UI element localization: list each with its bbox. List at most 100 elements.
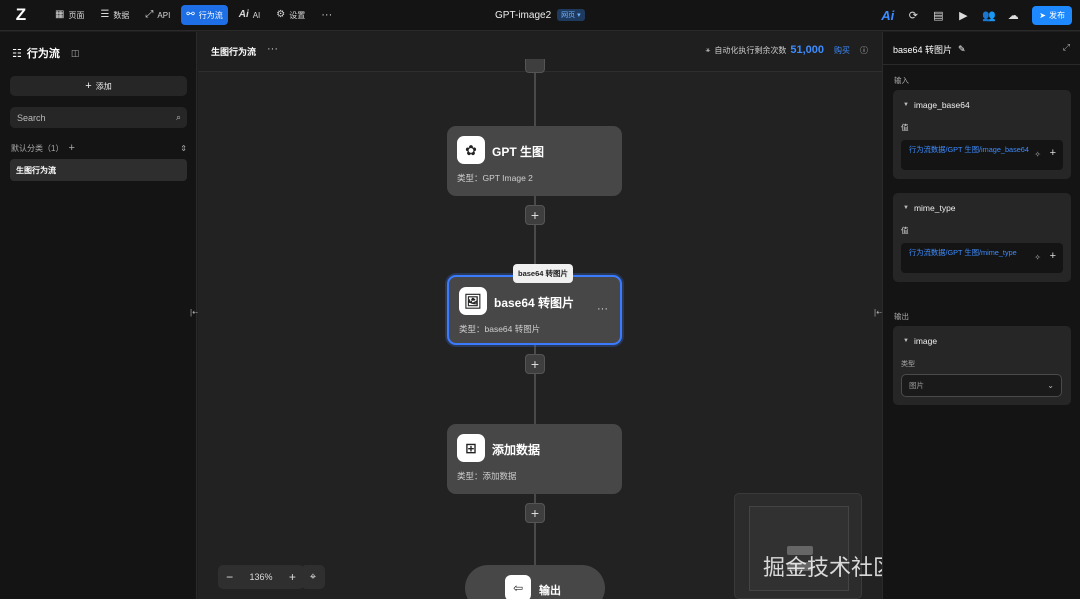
add-value-icon[interactable]: +: [1050, 147, 1056, 159]
right-panel: base64 转图片 ✎ ⤢ 输入 ▼ image_base64 值 行为流数据/…: [882, 32, 1080, 599]
send-icon: ➤: [1039, 11, 1046, 20]
input-card-header[interactable]: ▼ mime_type: [903, 203, 956, 213]
ai-assistant-icon[interactable]: Ai: [881, 8, 894, 23]
quota-value: 51,000: [790, 44, 824, 56]
input-card-header[interactable]: ▼ image_base64: [903, 100, 970, 110]
category-header: 默认分类（1） + ⇕: [11, 142, 187, 154]
dock-icon[interactable]: ◫: [71, 48, 80, 59]
add-category-icon[interactable]: +: [68, 142, 74, 154]
output-icon: ⇦: [505, 575, 531, 599]
zoom-out-button[interactable]: −: [226, 570, 233, 584]
nav-data-label: 数据: [113, 10, 130, 20]
refresh-icon[interactable]: ⟳: [907, 9, 919, 22]
value-field[interactable]: 行为流数据/GPT 生图/mime_type ✧ +: [901, 243, 1063, 273]
nav-settings-label: 设置: [289, 10, 306, 20]
node-name: GPT 生图: [492, 145, 545, 159]
nav-pages[interactable]: ▦ 页面: [50, 5, 89, 25]
nav-flow-label: 行为流: [198, 10, 223, 20]
gear-icon: ⚙: [276, 9, 286, 20]
value-text: 行为流数据/GPT 生图/mime_type: [909, 248, 1017, 257]
users-icon[interactable]: 👥: [982, 9, 996, 22]
input-card-image-base64: ▼ image_base64 值 行为流数据/GPT 生图/image_base6…: [893, 90, 1071, 179]
add-node-button[interactable]: +: [525, 503, 545, 523]
output-card-header[interactable]: ▼ image: [903, 336, 937, 346]
app-title: GPT-image2: [495, 9, 552, 21]
node-more-button[interactable]: ···: [597, 303, 608, 315]
nav-api[interactable]: ⤢ API: [140, 5, 175, 25]
input-name: image_base64: [913, 100, 970, 110]
panel-title: 行为流: [26, 48, 60, 60]
flow-node-output[interactable]: ⇦ 输出: [465, 565, 605, 599]
properties-title: base64 转图片: [893, 45, 953, 55]
collapse-icon[interactable]: ⇕: [180, 144, 187, 153]
category-label: 默认分类（1）: [11, 143, 64, 153]
top-right-actions: Ai ⟳ ▤ ▶ 👥 ☁ ➤ 发布: [881, 6, 1072, 25]
caret-down-icon: ▼: [903, 102, 909, 108]
locate-icon[interactable]: ⌖: [301, 565, 325, 589]
search-input[interactable]: Search ⌕: [10, 107, 187, 128]
add-value-icon[interactable]: +: [1050, 250, 1056, 262]
automation-icon: ⚹: [705, 45, 711, 54]
top-bar: Z ▦ 页面 ☰ 数据 ⤢ API ⚯ 行为流 Ai AI ⚙ 设置 ··· GPT-ima…: [0, 0, 1080, 31]
nav-ai[interactable]: Ai AI: [234, 5, 266, 25]
add-node-button[interactable]: +: [525, 205, 545, 225]
panel-header: ☷ 行为流 ◫: [12, 45, 79, 61]
document-icon[interactable]: ▤: [932, 9, 944, 22]
output-type-value: 图片: [909, 381, 924, 390]
add-flow-label: 添加: [95, 81, 112, 91]
magic-wand-icon[interactable]: ✧: [1034, 252, 1041, 264]
page-icon: ▦: [55, 9, 65, 20]
flow-node-gpt[interactable]: ✿ GPT 生图 类型：GPT Image 2: [447, 126, 622, 196]
minimap[interactable]: [734, 493, 862, 599]
zoom-controls: − 136% +: [218, 565, 304, 589]
output-type-select[interactable]: 图片 ⌄: [901, 374, 1062, 397]
search-placeholder: Search: [17, 112, 46, 123]
quota-info: ⚹ 自动化执行剩余次数 51,000 购买 ⓘ: [706, 44, 868, 56]
node-type: 类型：添加数据: [457, 471, 517, 481]
publish-button[interactable]: ➤ 发布: [1032, 6, 1072, 25]
zoom-level: 136%: [249, 572, 273, 582]
quota-label: 自动化执行剩余次数: [714, 45, 787, 55]
edit-icon[interactable]: ✎: [958, 44, 966, 55]
flow-title: 生图行为流: [211, 47, 257, 57]
api-icon: ⤢: [145, 9, 154, 20]
nav-more-button[interactable]: ···: [316, 5, 337, 25]
app-logo[interactable]: Z: [6, 0, 36, 31]
plus-icon: +: [85, 80, 92, 92]
left-panel: ☷ 行为流 ◫ + 添加 Search ⌕ 默认分类（1） + ⇕ 生图行为流: [0, 32, 197, 599]
openai-icon: ✿: [457, 136, 485, 164]
nav-pages-label: 页面: [68, 10, 85, 20]
cloud-icon[interactable]: ☁: [1007, 9, 1019, 22]
flow-list-item[interactable]: 生图行为流: [10, 159, 187, 181]
zoom-in-button[interactable]: +: [289, 570, 296, 584]
value-label: 值: [901, 123, 909, 132]
value-field[interactable]: 行为流数据/GPT 生图/image_base64 ✧ +: [901, 140, 1063, 170]
flow-more-button[interactable]: ···: [267, 43, 278, 55]
flow-list-icon: ☷: [12, 47, 22, 60]
type-label: 类型: [901, 361, 915, 368]
flow-node-base64[interactable]: 🖼 base64 转图片 类型：base64 转图片 ···: [447, 275, 622, 345]
add-flow-button[interactable]: + 添加: [10, 76, 187, 96]
play-icon[interactable]: ▶: [957, 9, 969, 22]
magic-wand-icon[interactable]: ✧: [1034, 149, 1041, 161]
add-node-button[interactable]: [525, 59, 545, 73]
node-name: 添加数据: [492, 443, 541, 457]
flow-node-add-data[interactable]: ⊞ 添加数据 类型：添加数据: [447, 424, 622, 494]
node-type: 类型：GPT Image 2: [457, 173, 533, 183]
add-node-button[interactable]: +: [525, 354, 545, 374]
buy-link[interactable]: 购买: [834, 45, 850, 56]
info-icon[interactable]: ⓘ: [860, 45, 868, 56]
nav-data[interactable]: ☰ 数据: [95, 5, 134, 25]
platform-badge[interactable]: 网页 ▾: [557, 9, 585, 21]
node-tooltip: base64 转图片: [513, 264, 574, 283]
search-icon: ⌕: [175, 112, 181, 122]
input-card-mime-type: ▼ mime_type 值 行为流数据/GPT 生图/mime_type ✧ +: [893, 193, 1071, 282]
flow-canvas[interactable]: 生图行为流 ··· ⚹ 自动化执行剩余次数 51,000 购买 ⓘ ✿ GPT …: [198, 32, 882, 599]
nav-settings[interactable]: ⚙ 设置: [271, 5, 310, 25]
chevron-down-icon: ⌄: [1047, 381, 1054, 390]
flow-icon: ⚯: [186, 9, 195, 20]
output-card-image: ▼ image 类型 图片 ⌄: [893, 326, 1071, 405]
expand-icon[interactable]: ⤢: [1063, 42, 1070, 53]
output-section-label: 输出: [894, 312, 909, 321]
nav-flow[interactable]: ⚯ 行为流: [181, 5, 228, 25]
